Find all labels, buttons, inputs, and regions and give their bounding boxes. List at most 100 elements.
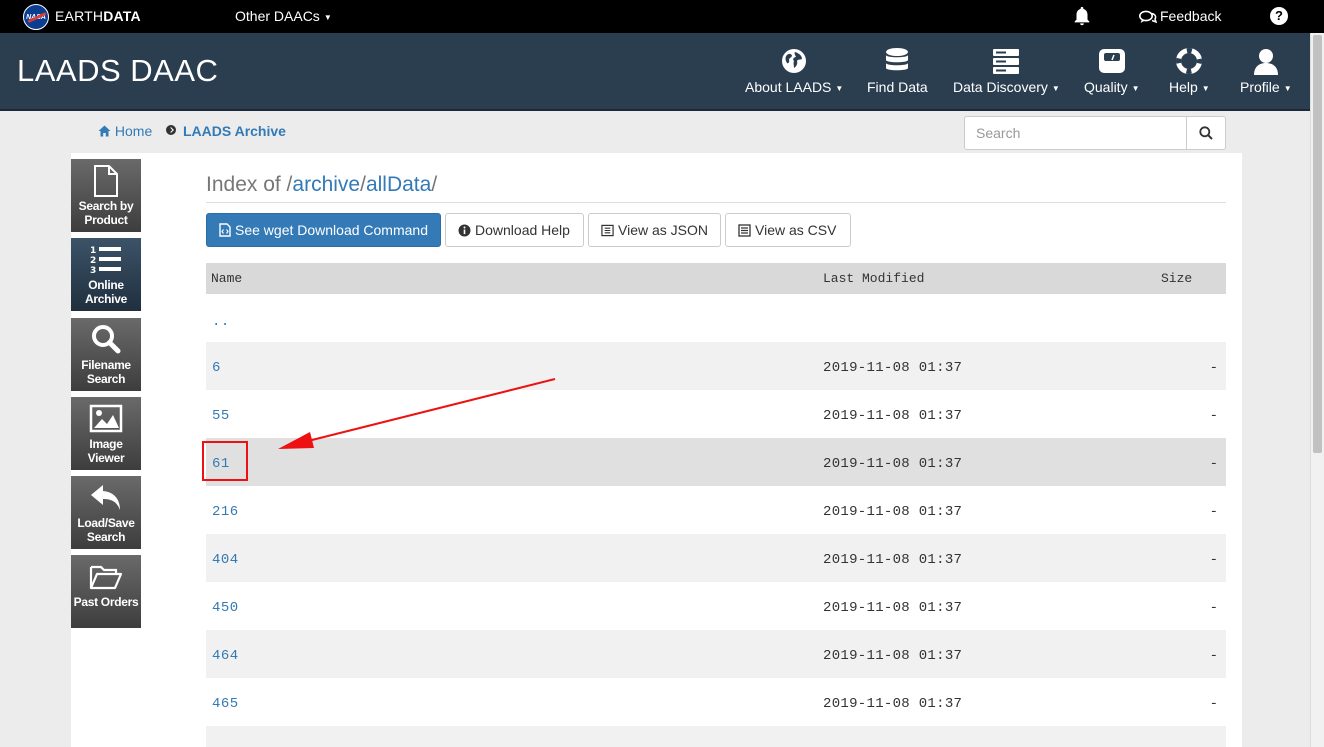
server-icon: [993, 49, 1020, 74]
row-size: -: [1209, 600, 1218, 616]
site-title[interactable]: LAADS DAAC: [17, 53, 218, 89]
download-help-label: Download Help: [475, 222, 570, 238]
table-row: 450 2019-11-08 01:37 -: [206, 582, 1226, 630]
page-scrollbar[interactable]: [1310, 33, 1324, 747]
table-header: Name Last Modified Size: [206, 263, 1226, 294]
nav-help[interactable]: Help ▼: [1169, 47, 1210, 95]
caret-down-icon: ▼: [1131, 83, 1140, 93]
folder-link[interactable]: 55: [212, 408, 230, 424]
nav-quality[interactable]: Quality ▼: [1084, 47, 1140, 95]
row-size: -: [1209, 648, 1218, 664]
row-date: 2019-11-08 01:37: [823, 456, 963, 472]
site-search: [964, 116, 1226, 150]
path-trail: /: [431, 173, 438, 196]
tool-label: Load/Save: [77, 516, 135, 530]
view-csv-button[interactable]: View as CSV: [725, 213, 851, 247]
nav-profile[interactable]: Profile ▼: [1240, 47, 1292, 95]
breadcrumb-current[interactable]: LAADS Archive: [183, 123, 286, 139]
nav-find-data[interactable]: Find Data: [867, 47, 928, 95]
wget-button-label: See wget Download Command: [235, 222, 428, 238]
nav-label: About LAADS: [745, 79, 832, 95]
parent-directory-link[interactable]: ..: [212, 314, 230, 330]
reply-icon: [91, 485, 120, 510]
folder-link[interactable]: 216: [212, 504, 239, 520]
row-date: 2019-11-08 01:37: [823, 504, 963, 520]
table-row: 464 2019-11-08 01:37 -: [206, 630, 1226, 678]
image-icon: [89, 404, 123, 433]
tool-past-orders[interactable]: Past Orders: [71, 555, 141, 628]
table-row: [206, 726, 1226, 747]
row-size: -: [1209, 456, 1218, 472]
other-daacs-label: Other DAACs: [235, 8, 320, 24]
search-icon: [1199, 126, 1213, 140]
life-ring-icon: [1176, 48, 1203, 74]
tool-label: Viewer: [87, 451, 125, 465]
tool-load-save-search[interactable]: Load/Save Search: [71, 476, 141, 549]
folder-link[interactable]: 464: [212, 648, 239, 664]
earthdata-logo-suffix: DATA: [103, 8, 141, 24]
column-header-size[interactable]: Size: [1161, 271, 1192, 286]
tool-label: Online: [88, 278, 124, 292]
caret-down-icon: ▼: [835, 83, 844, 93]
nav-data-discovery[interactable]: Data Discovery ▼: [953, 47, 1060, 95]
other-daacs-dropdown[interactable]: Other DAACs ▼: [235, 8, 332, 24]
scale-icon: [1098, 49, 1125, 73]
breadcrumb-home[interactable]: Home: [98, 123, 152, 139]
comments-icon: [1139, 10, 1158, 24]
nav-label: Profile: [1240, 79, 1280, 95]
svg-text:2: 2: [90, 256, 96, 266]
row-size: -: [1209, 408, 1218, 424]
scrollbar-thumb[interactable]: [1313, 35, 1322, 453]
row-date: 2019-11-08 01:37: [823, 600, 963, 616]
title-divider: [206, 202, 1226, 203]
download-help-button[interactable]: Download Help: [445, 213, 584, 247]
tool-label: Filename: [81, 358, 131, 372]
feedback-link[interactable]: Feedback: [1139, 8, 1221, 24]
row-size: -: [1209, 360, 1218, 376]
tool-image-viewer[interactable]: Image Viewer: [71, 397, 141, 470]
svg-text:1: 1: [90, 246, 96, 256]
svg-text:3: 3: [90, 266, 96, 276]
tool-label: Image: [89, 437, 123, 451]
caret-down-icon: ▼: [1201, 83, 1210, 93]
tool-filename-search[interactable]: Filename Search: [71, 318, 141, 391]
path-link-alldata[interactable]: allData: [366, 173, 431, 196]
bell-icon[interactable]: [1071, 5, 1093, 27]
view-json-button[interactable]: View as JSON: [588, 213, 721, 247]
nasa-logo[interactable]: NASA: [23, 4, 49, 30]
wget-command-button[interactable]: See wget Download Command: [206, 213, 441, 247]
database-icon: [886, 48, 909, 71]
folder-link[interactable]: 6: [212, 360, 221, 376]
breadcrumb-home-label: Home: [114, 123, 153, 139]
page-title: Index of /archive/allData/: [206, 173, 437, 197]
caret-down-icon: ▼: [1051, 83, 1060, 93]
row-size: -: [1209, 696, 1218, 712]
tool-label: Archive: [85, 292, 127, 306]
path-link-archive[interactable]: archive: [292, 173, 360, 196]
earthdata-logo-prefix: EARTH: [55, 8, 104, 24]
nav-label: Quality: [1084, 79, 1128, 95]
earthdata-logo[interactable]: EARTHDATA: [55, 8, 141, 24]
tool-search-by-product[interactable]: Search by Product: [71, 159, 141, 232]
column-header-last-modified[interactable]: Last Modified: [823, 271, 924, 286]
folder-link[interactable]: 465: [212, 696, 239, 712]
chevron-circle-right-icon: [166, 125, 176, 135]
folder-link[interactable]: 450: [212, 600, 239, 616]
file-json-icon: [601, 224, 614, 236]
question-circle-icon[interactable]: ?: [1270, 7, 1288, 25]
tool-online-archive[interactable]: 1 2 3 Online Archive: [71, 238, 141, 311]
tool-label: Past Orders: [73, 595, 139, 609]
column-header-name[interactable]: Name: [211, 271, 242, 286]
folder-link[interactable]: 61: [212, 456, 230, 472]
user-icon: [1253, 49, 1278, 75]
nav-about-laads[interactable]: About LAADS ▼: [745, 47, 843, 95]
table-row: 55 2019-11-08 01:37 -: [206, 390, 1226, 438]
globe-icon: [782, 49, 807, 73]
search-input[interactable]: [965, 117, 1186, 149]
folder-link[interactable]: 404: [212, 552, 239, 568]
folder-open-icon: [89, 565, 123, 590]
row-size: -: [1209, 504, 1218, 520]
file-code-icon: [219, 223, 231, 237]
row-date: 2019-11-08 01:37: [823, 408, 963, 424]
search-button[interactable]: [1186, 117, 1225, 149]
